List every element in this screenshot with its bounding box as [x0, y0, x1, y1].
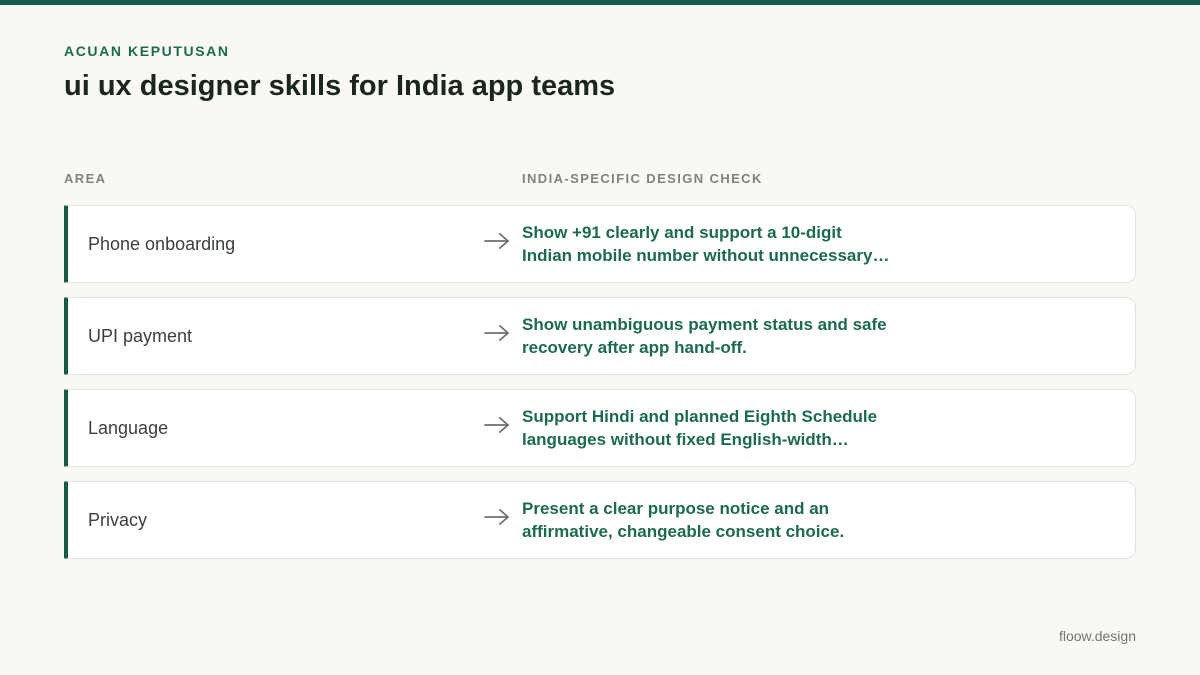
- page-title: ui ux designer skills for India app team…: [64, 70, 616, 102]
- table-row: Language Support Hindi and planned Eight…: [64, 389, 1136, 467]
- row-check-line: Indian mobile number without unnecessary…: [522, 246, 890, 265]
- row-check-line: Show unambiguous payment status and safe: [522, 315, 887, 334]
- row-check-text: Show unambiguous payment status and safe…: [522, 313, 922, 359]
- arrow-right-icon: [484, 509, 509, 525]
- row-check-text: Show +91 clearly and support a 10-digit …: [522, 221, 922, 267]
- column-header-area: AREA: [64, 171, 107, 186]
- row-check-line: Support Hindi and planned Eighth Schedul…: [522, 407, 878, 426]
- table-row: Privacy Present a clear purpose notice a…: [64, 481, 1136, 559]
- row-check-text: Support Hindi and planned Eighth Schedul…: [522, 405, 922, 451]
- table-row: Phone onboarding Show +91 clearly and su…: [64, 205, 1136, 283]
- row-check-text: Present a clear purpose notice and an af…: [522, 497, 922, 543]
- row-area-label: Language: [88, 418, 169, 438]
- row-area-label: UPI payment: [88, 326, 193, 346]
- eyebrow-label: ACUAN KEPUTUSAN: [64, 43, 230, 59]
- row-check-line: languages without fixed English-width…: [522, 430, 849, 449]
- row-check-line: recovery after app hand-off.: [522, 338, 747, 357]
- brand-label: floow.design: [1058, 628, 1136, 644]
- row-area-label: Phone onboarding: [88, 234, 236, 254]
- table-row: UPI payment Show unambiguous payment sta…: [64, 297, 1136, 375]
- row-check-line: Present a clear purpose notice and an: [522, 499, 830, 518]
- column-header-check: INDIA-SPECIFIC DESIGN CHECK: [522, 171, 763, 186]
- arrow-right-icon: [484, 417, 509, 433]
- top-accent-bar: [0, 0, 1200, 5]
- arrow-right-icon: [484, 233, 509, 249]
- row-check-line: Show +91 clearly and support a 10-digit: [522, 223, 842, 242]
- decision-table: Phone onboarding Show +91 clearly and su…: [64, 205, 1136, 573]
- row-area-label: Privacy: [88, 510, 148, 530]
- arrow-right-icon: [484, 325, 509, 341]
- row-check-line: affirmative, changeable consent choice.: [522, 522, 845, 541]
